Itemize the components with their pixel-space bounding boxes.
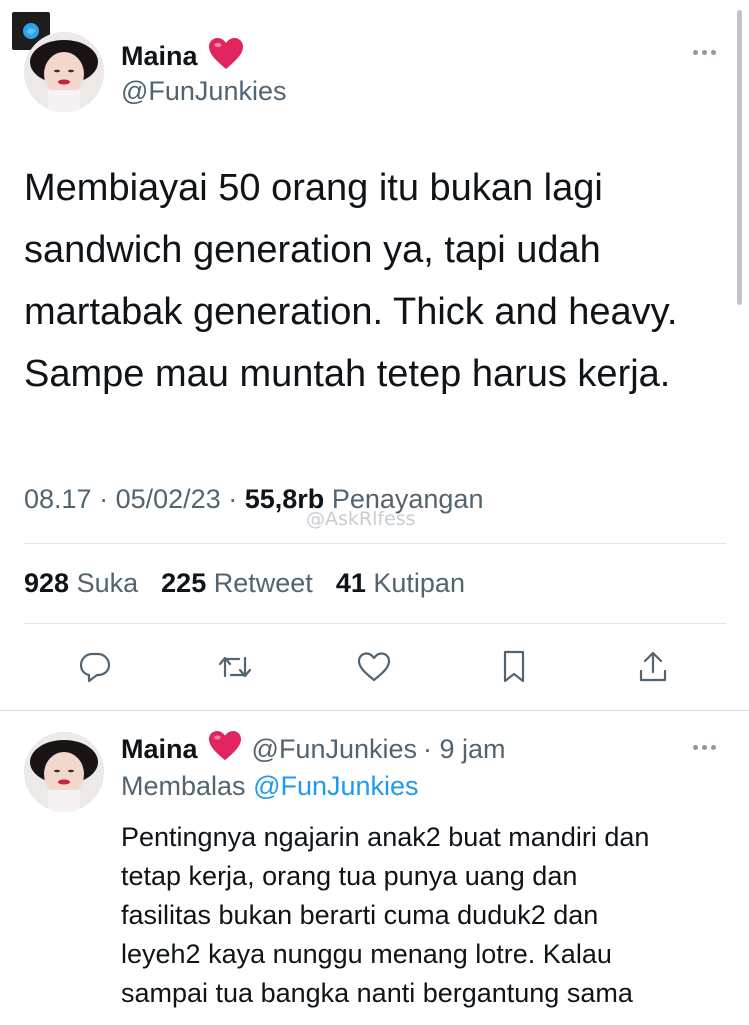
reply-author-name[interactable]: Maina [121, 734, 198, 765]
heart-emoji-icon [208, 730, 242, 769]
replying-to: Membalas @FunJunkies [121, 771, 419, 802]
scrollbar[interactable] [737, 10, 742, 305]
tweet-text: Membiayai 50 orang itu bukan lagi sandwi… [24, 167, 678, 395]
reply-author-avatar[interactable] [24, 732, 104, 812]
avatar-photo [24, 732, 104, 812]
reply-time[interactable]: · 9 jam [423, 734, 506, 765]
reply-text-line: tetap kerja, orang tua punya uang dan [121, 861, 578, 891]
retweets-count[interactable]: 225 [161, 568, 206, 598]
reply-more-options-icon[interactable] [693, 745, 716, 750]
reply-text-line: fasilitas bukan berarti cuma duduk2 dan [121, 900, 599, 930]
bookmark-icon [503, 650, 525, 683]
reply-button[interactable] [73, 645, 117, 689]
retweet-icon [218, 656, 252, 678]
meta-separator: · [228, 484, 238, 514]
like-icon [357, 652, 391, 682]
meta-separator: · [99, 484, 109, 514]
bookmark-button[interactable] [492, 645, 536, 689]
engagement-stats: 928 Suka 225 Retweet 41 Kutipan [24, 568, 465, 599]
reply-text-line: sampai tua bangka nanti bergantung sama [121, 978, 633, 1008]
divider [24, 623, 726, 624]
reply-author-handle[interactable]: @FunJunkies [252, 734, 417, 765]
quotes-count[interactable]: 41 [336, 568, 366, 598]
author-handle[interactable]: @FunJunkies [121, 76, 286, 107]
author-name[interactable]: Maina [121, 41, 198, 72]
replying-to-link[interactable]: @FunJunkies [253, 771, 418, 801]
share-icon [639, 651, 667, 682]
section-divider [0, 710, 749, 711]
reply-header: Maina @FunJunkies · 9 jam [121, 730, 506, 768]
avatar-photo [24, 32, 104, 112]
like-button[interactable] [352, 645, 396, 689]
tweet-time[interactable]: 08.17 [24, 484, 92, 514]
reply-text-line: leyeh2 kaya nunggu menang lotre. Kalau [121, 939, 612, 969]
reply-text-line: Pentingnya ngajarin anak2 buat mandiri d… [121, 822, 650, 852]
reply-text: Pentingnya ngajarin anak2 buat mandiri d… [121, 818, 649, 1013]
retweet-button[interactable] [213, 645, 257, 689]
likes-count[interactable]: 928 [24, 568, 69, 598]
tweet-date[interactable]: 05/02/23 [116, 484, 221, 514]
heart-emoji-icon [208, 37, 244, 76]
retweets-label[interactable]: Retweet [214, 568, 313, 598]
author-avatar[interactable] [24, 32, 104, 112]
reply-icon [79, 652, 111, 683]
replying-prefix: Membalas [121, 771, 246, 801]
share-button[interactable] [631, 645, 675, 689]
app-logo-icon [23, 23, 39, 39]
more-options-icon[interactable] [693, 50, 716, 55]
watermark: @AskRlfess [306, 508, 416, 530]
likes-label[interactable]: Suka [77, 568, 139, 598]
divider [24, 543, 726, 544]
quotes-label[interactable]: Kutipan [373, 568, 465, 598]
